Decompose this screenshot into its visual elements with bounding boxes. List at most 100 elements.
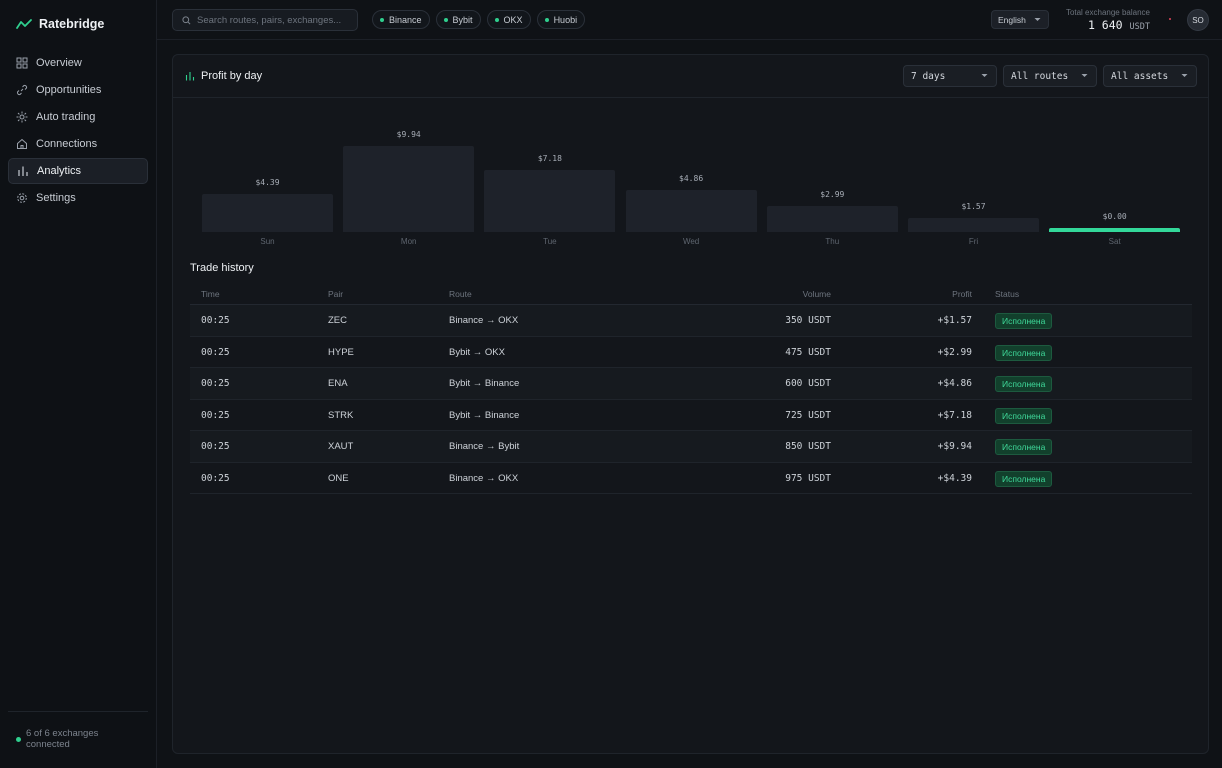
search-placeholder: Search routes, pairs, exchanges... xyxy=(197,14,342,26)
brand[interactable]: Ratebridge xyxy=(16,17,104,31)
search-input[interactable]: Search routes, pairs, exchanges... xyxy=(172,9,358,31)
home-icon xyxy=(17,138,27,149)
profit-chart: $4.39 Sun $9.94 Mon $7.18 Tue $4.86 Wed $2.99 Thu… xyxy=(183,115,1191,250)
status-dot xyxy=(544,17,549,22)
chart-bar[interactable] xyxy=(1049,228,1181,232)
sidebar-item-analytics[interactable]: Analytics xyxy=(8,158,148,184)
language-select[interactable]: English xyxy=(991,10,1049,29)
column-header-time: Time xyxy=(201,289,220,299)
sidebar-item-label: Overview xyxy=(36,57,82,69)
cell-profit: +$4.39 xyxy=(937,472,972,484)
status-dot xyxy=(380,17,384,22)
table-row[interactable]: 00:25 XAUT Binance → Bybit 850 USDT +$9.94 Ис… xyxy=(190,431,1192,463)
link-icon xyxy=(16,84,28,96)
grid-icon xyxy=(16,57,28,69)
status-dot xyxy=(16,736,21,742)
exchange-chip-bybit[interactable]: Bybit xyxy=(435,10,481,29)
brand-name: Ratebridge xyxy=(39,17,105,31)
card-title: Profit by day xyxy=(185,70,262,82)
trade-history-table: Time Pair Route Volume Profit Status 00:… xyxy=(190,283,1192,494)
assets-value: All assets xyxy=(1111,70,1169,82)
trade-history-title: Trade history xyxy=(190,262,254,274)
sidebar-item-label: Connections xyxy=(36,138,98,150)
routes-select[interactable]: All routes xyxy=(1003,65,1097,87)
cell-volume: 725 USDT xyxy=(785,409,831,421)
cell-profit: +$1.57 xyxy=(937,315,972,326)
gear-icon xyxy=(17,193,27,203)
connection-status-text: 6 of 6 exchanges connected xyxy=(26,728,99,750)
table-row[interactable]: 00:25 HYPE Bybit → OKX 475 USDT +$2.99 Исполн… xyxy=(190,337,1192,368)
x-tick-label: Sat xyxy=(1108,237,1121,246)
chip-label: OKX xyxy=(503,14,523,25)
cell-profit: +$7.18 xyxy=(937,409,972,421)
column-header-profit: Profit xyxy=(952,289,972,299)
bar-value-label: $4.86 xyxy=(679,173,704,183)
topbar: Search routes, pairs, exchanges... Binan… xyxy=(157,0,1222,40)
table-body: 00:25 ZEC Binance → OKX 350 USDT +$1.57 Испол… xyxy=(190,305,1192,494)
assets-select[interactable]: All assets xyxy=(1103,65,1197,87)
cell-time: 00:25 xyxy=(201,378,230,389)
sun-icon xyxy=(16,111,28,123)
period-select[interactable]: 7 days xyxy=(903,65,997,87)
chart-bar[interactable] xyxy=(484,169,616,232)
cell-route: Binance → Bybit xyxy=(449,441,520,452)
avatar[interactable]: SO xyxy=(1187,9,1209,31)
chart-bar[interactable] xyxy=(343,146,475,232)
bar-value-label: $4.39 xyxy=(255,178,280,188)
chart-bar[interactable] xyxy=(766,206,898,232)
cell-profit: +$9.94 xyxy=(937,441,972,452)
chart-bar[interactable] xyxy=(908,218,1039,232)
cell-pair: HYPE xyxy=(328,346,354,358)
table-row[interactable]: 00:25 ZEC Binance → OKX 350 USDT +$1.57 Испол… xyxy=(190,305,1192,337)
cell-profit: +$4.86 xyxy=(937,378,972,389)
bar-value-label: $1.57 xyxy=(961,202,986,212)
status-dot xyxy=(443,17,448,22)
cell-pair: ONE xyxy=(328,472,349,484)
sidebar: Ratebridge Overview Opportunities Auto t… xyxy=(0,0,157,768)
x-tick-label: Mon xyxy=(400,237,417,246)
status-badge: Исполнена xyxy=(995,470,1053,487)
table-row[interactable]: 00:25 ENA Bybit → Binance 600 USDT +$4.86 Исп… xyxy=(190,368,1192,400)
status-badge: Исполнена xyxy=(995,407,1053,424)
exchange-chip-huobi[interactable]: Huobi xyxy=(536,10,586,29)
exchange-chip-okx[interactable]: OKX xyxy=(486,10,531,29)
cell-pair: ENA xyxy=(328,378,348,389)
notification-dot xyxy=(1169,18,1171,20)
cell-route: Bybit → Binance xyxy=(449,378,520,389)
status-badge: Исполнена xyxy=(995,344,1053,361)
sidebar-nav: Overview Opportunities Auto trading Conn… xyxy=(8,50,148,212)
sidebar-item-settings[interactable]: Settings xyxy=(8,185,148,211)
sidebar-item-overview[interactable]: Overview xyxy=(8,50,148,76)
chart-bar[interactable] xyxy=(202,194,333,232)
period-value: 7 days xyxy=(911,70,946,82)
sidebar-item-opportunities[interactable]: Opportunities xyxy=(8,77,148,103)
cell-time: 00:25 xyxy=(201,346,230,358)
cell-route: Binance → OKX xyxy=(449,315,519,326)
status-dot xyxy=(494,17,499,22)
cell-route: Bybit → OKX xyxy=(449,346,505,358)
sidebar-item-auto-trading[interactable]: Auto trading xyxy=(8,104,148,130)
bar-value-label: $2.99 xyxy=(820,190,845,200)
routes-value: All routes xyxy=(1011,70,1069,82)
bar-chart-icon xyxy=(185,72,195,81)
sidebar-item-label: Opportunities xyxy=(36,84,102,96)
status-badge: Исполнена xyxy=(995,376,1053,392)
sidebar-item-label: Analytics xyxy=(37,165,82,177)
bar-value-label: $0.00 xyxy=(1102,212,1127,221)
balance-label: Total exchange balance xyxy=(1065,8,1150,17)
chevron-down-icon xyxy=(981,74,988,77)
cell-route: Binance → OKX xyxy=(449,472,519,484)
chip-label: Bybit xyxy=(452,14,473,25)
chart-bar[interactable] xyxy=(625,189,757,232)
table-row[interactable]: 00:25 ONE Binance → OKX 975 USDT +$4.39 Испол… xyxy=(190,463,1192,494)
sidebar-item-connections[interactable]: Connections xyxy=(8,131,148,157)
cell-volume: 975 USDT xyxy=(785,472,831,484)
column-header-volume: Volume xyxy=(802,289,831,299)
column-header-pair: Pair xyxy=(328,289,344,299)
status-badge: Исполнена xyxy=(995,439,1053,455)
chevron-down-icon xyxy=(1181,74,1188,77)
exchange-chip-binance[interactable]: Binance xyxy=(372,10,430,29)
table-row[interactable]: 00:25 STRK Bybit → Binance 725 USDT +$7.18 Ис… xyxy=(190,400,1192,431)
exchange-chips: Binance Bybit OKX Huobi xyxy=(372,10,586,29)
sidebar-item-label: Auto trading xyxy=(36,111,96,123)
